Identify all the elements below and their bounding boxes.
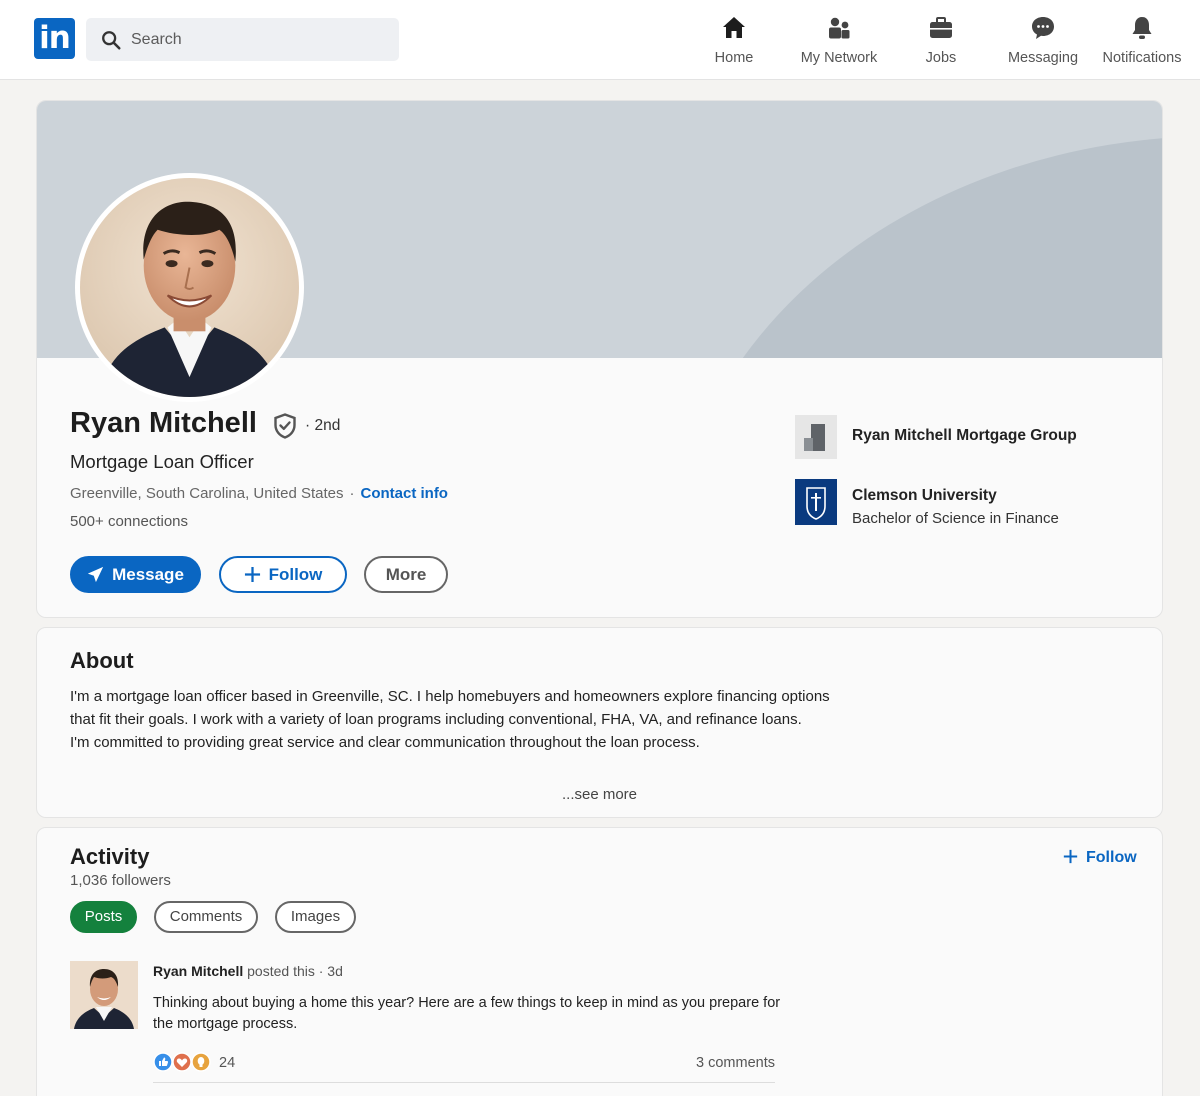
nav-label-my-network: My Network (800, 50, 878, 66)
education-school[interactable]: Clemson University Bachelor of Science i… (795, 479, 1135, 527)
avatar-image (80, 178, 299, 397)
nav-item-jobs[interactable]: Jobs (918, 14, 964, 66)
search-bar[interactable]: Search (86, 18, 399, 61)
post-text[interactable]: Thinking about buying a home this year? … (153, 993, 793, 1035)
more-button[interactable]: More (364, 556, 448, 593)
nav-label-notifications: Notifications (1102, 50, 1182, 66)
follow-button[interactable]: Follow (219, 556, 347, 593)
search-placeholder: Search (131, 31, 182, 48)
verified-shield-icon[interactable] (273, 413, 297, 439)
follow-button-label: Follow (268, 565, 323, 584)
degree-name: Bachelor of Science in Finance (852, 510, 1059, 527)
nav-label-jobs: Jobs (925, 50, 957, 66)
bell-icon (1132, 17, 1152, 39)
post-meta: Ryan Mitchell posted this · 3d (153, 963, 343, 979)
profile-name: Ryan Mitchell (70, 407, 257, 439)
banner-decoration (667, 136, 1162, 358)
nav-item-home[interactable]: Home (706, 14, 762, 66)
plus-icon (244, 566, 260, 583)
location-separator: · (349, 485, 355, 502)
nav-label-messaging: Messaging (1007, 50, 1079, 66)
post-time: · 3d (314, 963, 343, 979)
send-icon (87, 566, 104, 583)
about-paragraph: I'm a mortgage loan officer based in Gre… (70, 688, 830, 728)
profile-card: Ryan Mitchell · 2nd Mortgage Loan Office… (36, 100, 1163, 618)
company-logo (795, 415, 837, 459)
about-section: About I'm a mortgage loan officer based … (36, 627, 1163, 818)
post-action: posted this (243, 963, 315, 979)
followers-count: 1,036 followers (70, 872, 171, 889)
about-text: I'm a mortgage loan officer based in Gre… (70, 685, 830, 754)
top-navigation-bar: in Search Home My Network Jobs Messaging… (0, 0, 1200, 80)
message-button[interactable]: Message (70, 556, 201, 593)
chat-icon (1032, 17, 1054, 39)
linkedin-logo[interactable]: in (34, 18, 75, 59)
like-reaction-icon (153, 1052, 173, 1072)
university-logo (795, 479, 837, 525)
profile-headline: Mortgage Loan Officer (70, 451, 254, 472)
insightful-reaction-icon (191, 1052, 211, 1072)
message-button-label: Message (112, 565, 184, 584)
tab-comments[interactable]: Comments (154, 901, 258, 933)
about-paragraph: I'm committed to providing great service… (70, 734, 700, 751)
nav-item-messaging[interactable]: Messaging (1004, 14, 1082, 66)
connections-count[interactable]: 500+ connections (70, 513, 188, 530)
comments-count[interactable]: 3 comments (637, 1055, 775, 1071)
network-icon (829, 17, 850, 39)
school-name: Clemson University (852, 487, 997, 504)
nav-label-home: Home (714, 50, 754, 66)
activity-section: Activity 1,036 followers Follow Posts Co… (36, 827, 1163, 1096)
profile-location: Greenville, South Carolina, United State… (70, 485, 344, 502)
nav-item-notifications[interactable]: Notifications (1098, 14, 1186, 66)
post-author[interactable]: Ryan Mitchell (153, 963, 243, 979)
about-title: About (70, 648, 134, 673)
reaction-count[interactable]: 24 (219, 1055, 235, 1071)
post-divider (153, 1082, 775, 1083)
love-reaction-icon (172, 1052, 192, 1072)
briefcase-icon (930, 17, 952, 38)
plus-icon (1063, 849, 1078, 864)
profile-photo[interactable] (75, 173, 304, 402)
experience-company[interactable]: Ryan Mitchell Mortgage Group (795, 415, 1135, 459)
reactions-icons[interactable] (153, 1052, 215, 1072)
activity-follow-label: Follow (1086, 849, 1137, 866)
contact-info-link[interactable]: Contact info (360, 485, 448, 502)
search-icon (102, 31, 121, 50)
see-more-link[interactable]: ...see more (37, 786, 1162, 803)
activity-follow-button[interactable]: Follow (1063, 849, 1137, 867)
post-author-avatar[interactable] (70, 961, 138, 1029)
company-name: Ryan Mitchell Mortgage Group (852, 427, 1077, 444)
connection-degree: · 2nd (305, 417, 341, 434)
tab-posts[interactable]: Posts (70, 901, 137, 933)
nav-item-my-network[interactable]: My Network (792, 14, 886, 66)
tab-images[interactable]: Images (275, 901, 356, 933)
profile-location-line: Greenville, South Carolina, United State… (70, 485, 448, 502)
home-icon (723, 17, 745, 38)
activity-title: Activity (70, 844, 150, 869)
